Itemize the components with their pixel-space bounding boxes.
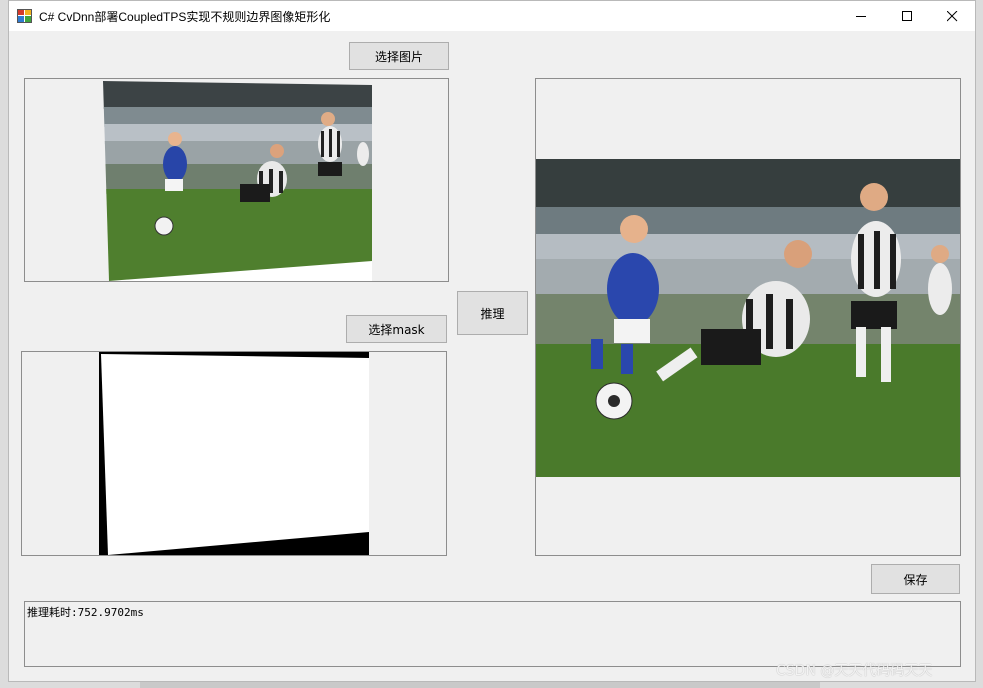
app-icon [17, 9, 32, 23]
close-button[interactable] [929, 1, 975, 31]
window-title: C# CvDnn部署CoupledTPS实现不规则边界图像矩形化 [39, 10, 331, 24]
select-mask-button[interactable]: 选择mask [346, 315, 447, 343]
app-window: C# CvDnn部署CoupledTPS实现不规则边界图像矩形化 选择图片 推理… [8, 0, 976, 682]
title-bar: C# CvDnn部署CoupledTPS实现不规则边界图像矩形化 [9, 1, 975, 31]
select-image-button[interactable]: 选择图片 [349, 42, 449, 70]
output-image [536, 159, 960, 477]
input-image [103, 81, 372, 281]
minimize-icon [855, 15, 866, 17]
input-image-box [24, 78, 449, 282]
mask-image-box [21, 351, 447, 556]
output-image-box [535, 78, 961, 556]
maximize-button[interactable] [884, 1, 930, 31]
inference-time-text: 推理耗时:752.9702ms [27, 606, 144, 619]
close-icon [946, 10, 957, 21]
status-textbox[interactable]: 推理耗时:752.9702ms [24, 601, 961, 667]
infer-button[interactable]: 推理 [457, 291, 528, 335]
watermark: CSDN @天天代码码天天 [776, 663, 933, 679]
save-button[interactable]: 保存 [871, 564, 960, 594]
mask-image [99, 352, 369, 555]
maximize-icon [901, 10, 912, 21]
minimize-button[interactable] [838, 1, 884, 31]
